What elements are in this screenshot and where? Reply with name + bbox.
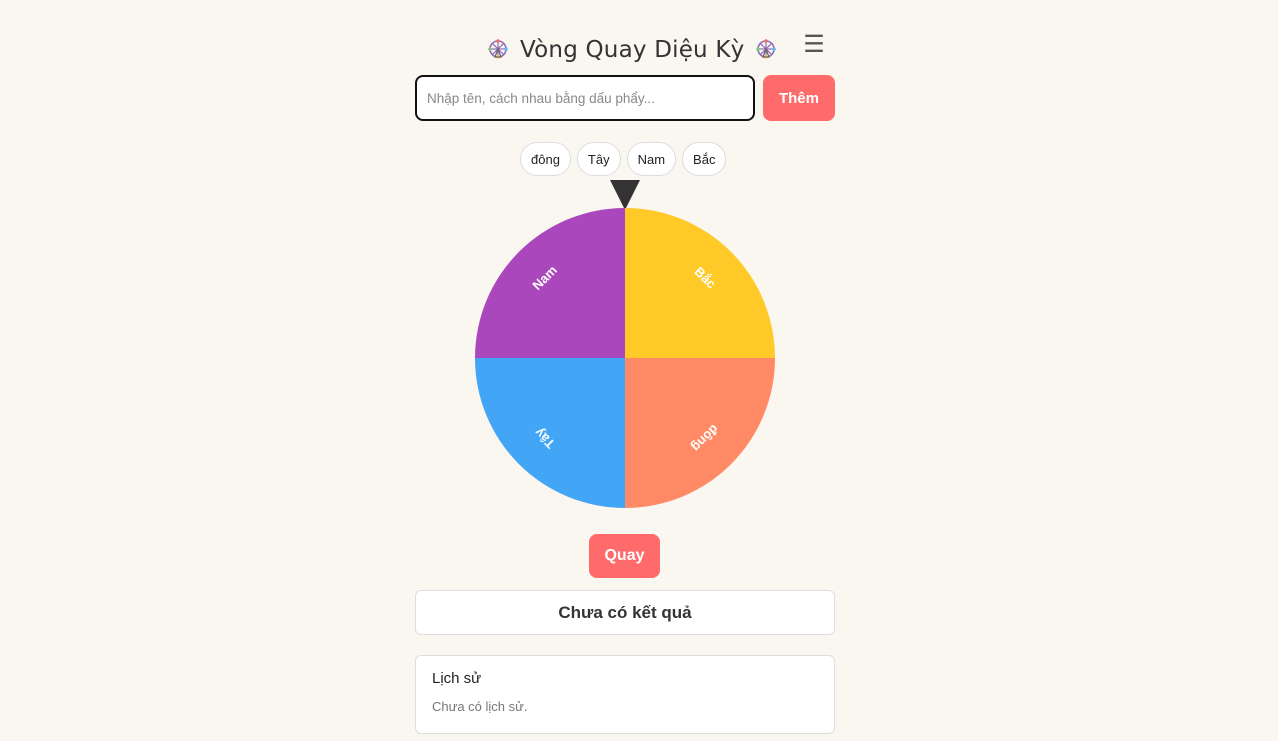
history-empty-text: Chưa có lịch sử. — [432, 699, 528, 714]
names-input[interactable] — [415, 75, 755, 121]
name-chips: đông Tây Nam Bắc — [520, 142, 727, 176]
result-text: Chưa có kết quả — [558, 602, 692, 622]
name-chip[interactable]: Nam — [626, 142, 677, 176]
history-panel: Lịch sử Chưa có lịch sử. — [415, 655, 835, 734]
menu-icon[interactable]: ☰ — [802, 31, 826, 59]
page-title: Vòng Quay Diệu Kỳ — [520, 37, 745, 63]
name-chip[interactable]: đông — [520, 142, 571, 176]
name-chip[interactable]: Bắc — [682, 142, 727, 176]
ferris-wheel-icon — [756, 39, 777, 59]
history-title: Lịch sử — [432, 670, 482, 687]
page-header: Vòng Quay Diệu Kỳ — [486, 33, 778, 67]
spin-wheel: BắcđôngTâyNam — [475, 208, 775, 508]
wheel-pointer — [610, 180, 640, 210]
spin-button[interactable]: Quay — [589, 534, 660, 578]
result-panel: Chưa có kết quả — [415, 590, 835, 635]
ferris-wheel-icon — [488, 39, 508, 59]
add-names-form: Thêm — [415, 75, 835, 121]
name-chip[interactable]: Tây — [576, 142, 621, 176]
add-button[interactable]: Thêm — [763, 75, 835, 121]
